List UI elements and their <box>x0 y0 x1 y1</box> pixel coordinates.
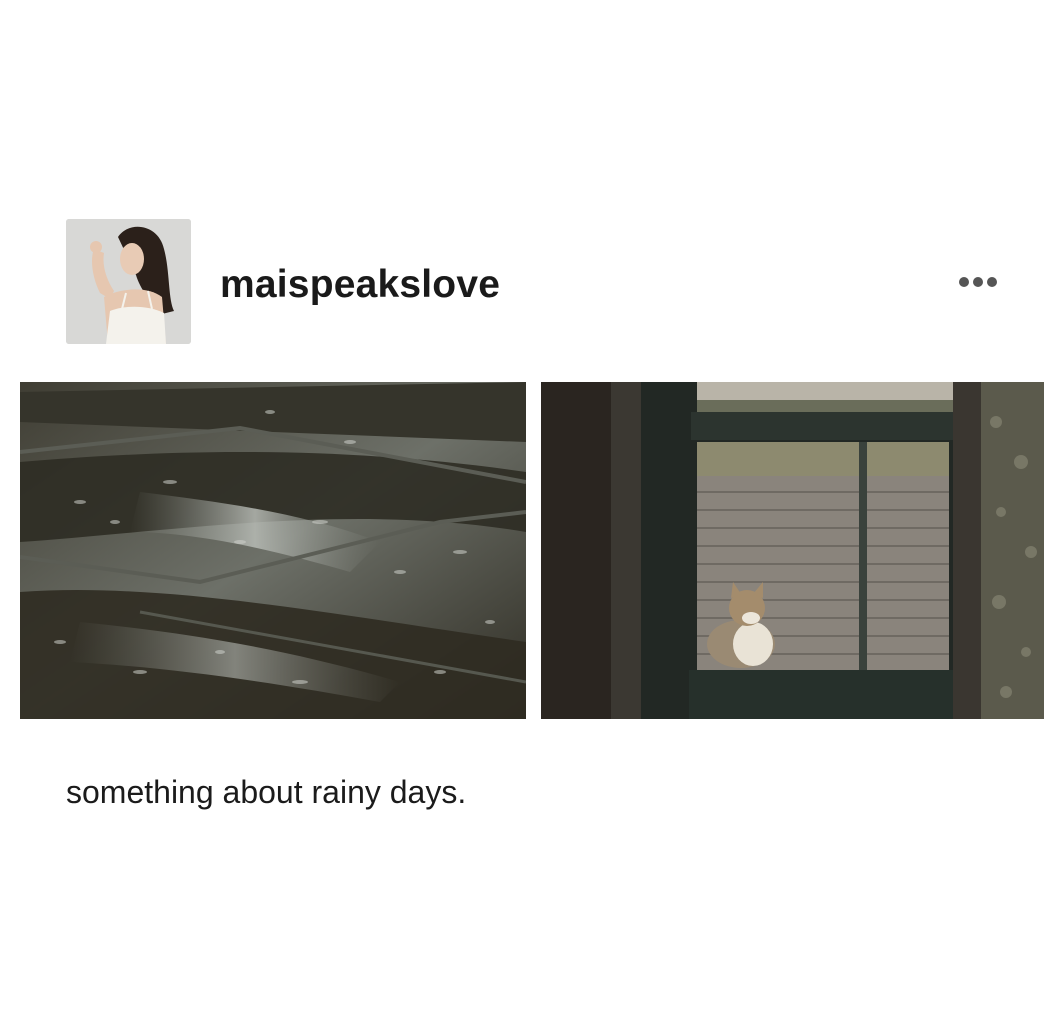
rain-puddle-photo[interactable] <box>20 382 526 719</box>
more-horizontal-icon <box>959 277 969 287</box>
more-options-button[interactable] <box>950 268 1006 296</box>
cat-window-photo[interactable] <box>541 382 1044 719</box>
more-horizontal-icon <box>973 277 983 287</box>
author-username[interactable]: maispeakslove <box>220 262 500 308</box>
cat-window-image <box>541 382 1044 719</box>
avatar-image <box>66 219 191 344</box>
more-horizontal-icon <box>987 277 997 287</box>
author-avatar[interactable] <box>66 219 191 344</box>
rain-puddle-image <box>20 382 526 719</box>
post-caption: something about rainy days. <box>66 774 467 810</box>
